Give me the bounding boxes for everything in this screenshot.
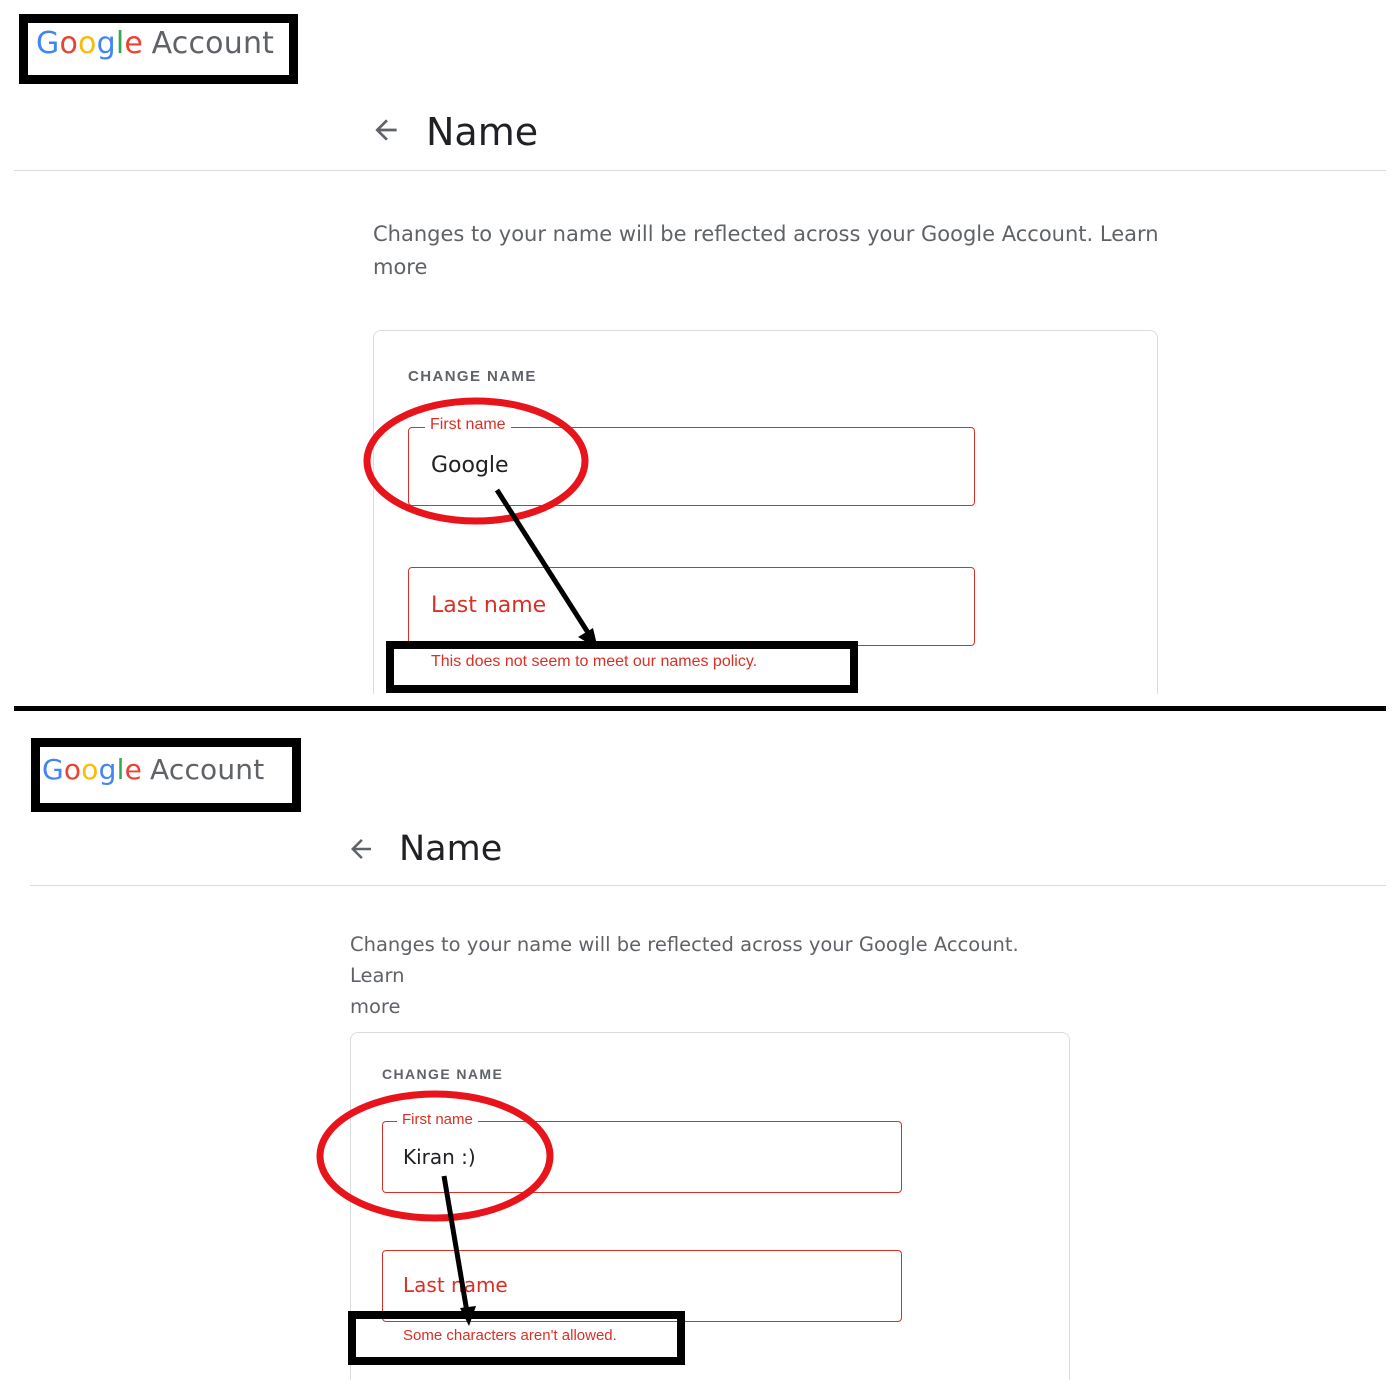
last-name-placeholder: Last name — [431, 593, 547, 618]
section-label: CHANGE NAME — [408, 368, 537, 385]
logo-letter: G — [42, 753, 64, 786]
description-text: Changes to your name will be reflected a… — [350, 933, 1019, 956]
logo-letter: G — [36, 26, 60, 61]
learn-link-text-cont: more — [373, 254, 428, 279]
description: Changes to your name will be reflected a… — [350, 929, 1070, 1023]
learn-link-text: Learn — [350, 964, 405, 988]
logo-letter: g — [98, 753, 117, 786]
first-name-value: Kiran :) — [403, 1145, 476, 1169]
error-message: This does not seem to meet our names pol… — [431, 653, 758, 670]
logo-product: Account — [151, 26, 275, 61]
first-name-label: First name — [397, 1111, 478, 1128]
logo-letter: e — [124, 26, 144, 61]
description: Changes to your name will be reflected a… — [373, 218, 1163, 283]
logo-letter: o — [81, 753, 99, 786]
logo-letter: l — [116, 753, 125, 786]
google-account-logo[interactable]: Google Account — [36, 26, 274, 61]
logo-letter: g — [96, 26, 116, 61]
learn-link-text: Learn — [1099, 222, 1159, 246]
section-label: CHANGE NAME — [382, 1066, 504, 1082]
logo-letter: o — [63, 753, 82, 786]
logo-letter: o — [59, 26, 79, 61]
arrow-left-icon[interactable] — [370, 114, 402, 150]
page-title: Name — [399, 829, 503, 869]
first-name-value: Google — [431, 453, 509, 478]
last-name-placeholder: Last name — [403, 1273, 508, 1297]
screenshot-divider — [14, 706, 1386, 711]
description-text: Changes to your name will be reflected a… — [373, 222, 1094, 246]
first-name-label: First name — [425, 416, 511, 434]
logo-product: Account — [149, 753, 265, 786]
header-divider — [14, 170, 1386, 171]
learn-more-link[interactable]: Learn more — [350, 964, 405, 1018]
logo-letter: o — [78, 26, 97, 61]
header-divider — [30, 885, 1386, 886]
google-account-logo[interactable]: Google Account — [42, 753, 264, 786]
logo-letter: e — [124, 753, 142, 786]
arrow-left-icon[interactable] — [346, 834, 376, 868]
error-message: Some characters aren't allowed. — [403, 1327, 617, 1344]
learn-link-text-cont: more — [350, 995, 401, 1019]
page-title: Name — [426, 110, 539, 154]
